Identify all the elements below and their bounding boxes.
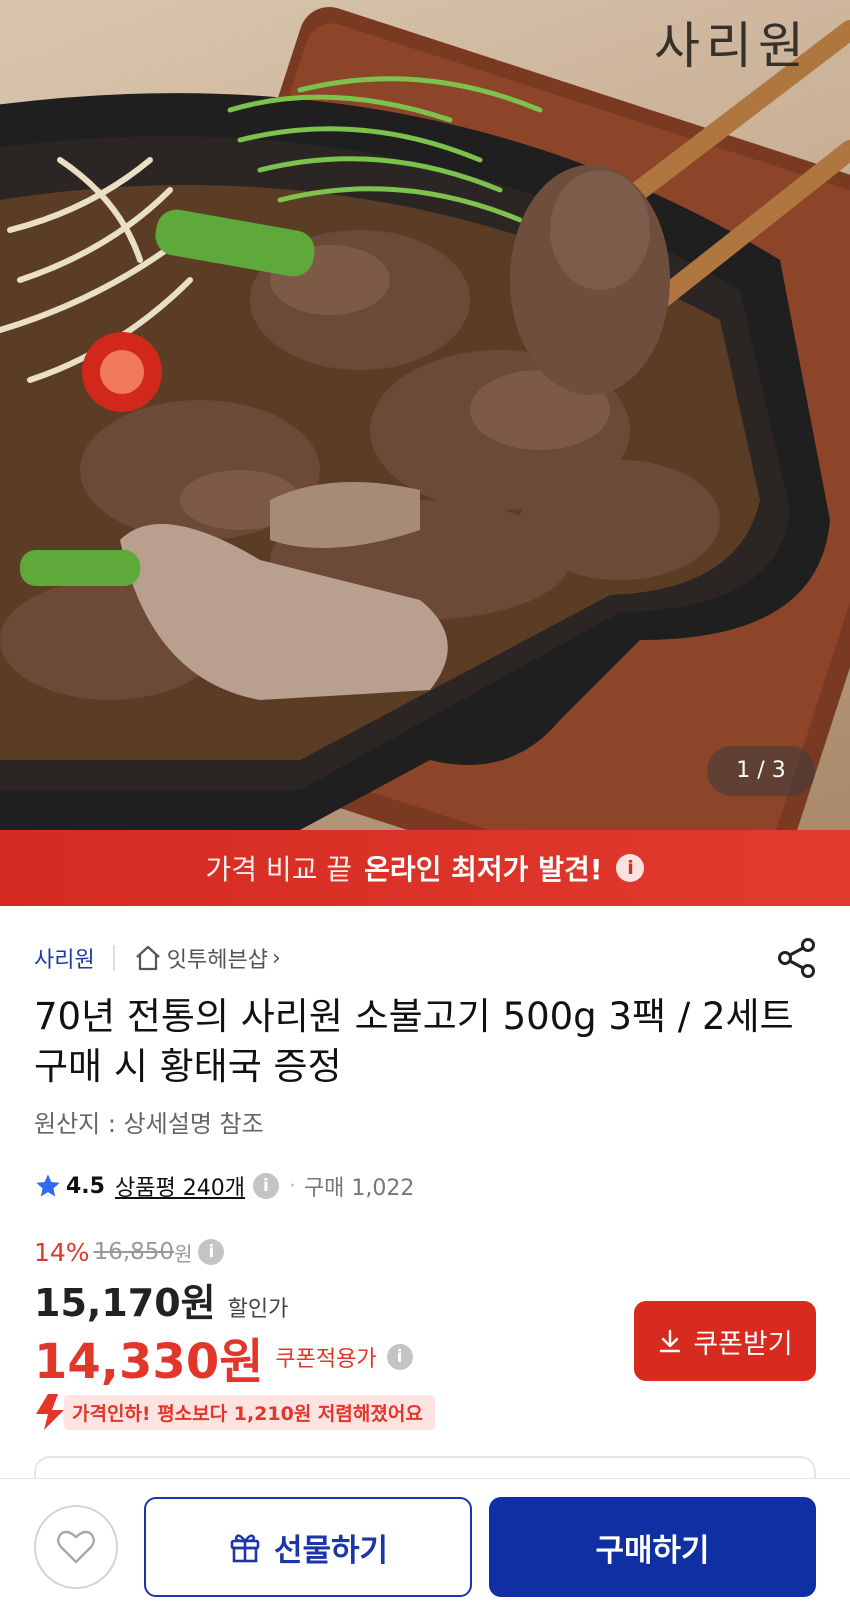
coupon-price: 14,330원 [34, 1334, 264, 1390]
share-icon[interactable] [776, 936, 820, 980]
coupon-info-icon[interactable]: i [386, 1344, 413, 1370]
promo-info-icon[interactable]: i [616, 854, 645, 882]
product-image[interactable]: 사리원 1 / 3 [0, 0, 850, 830]
buy-button[interactable]: 구매하기 [489, 1497, 816, 1597]
store-row: 사리원 잇투헤븐샵 › [34, 938, 281, 978]
gift-label: 선물하기 [273, 1532, 389, 1569]
discount-rate: 14% [34, 1237, 90, 1267]
seller-link[interactable]: 사리원 [34, 942, 95, 974]
sale-price-label: 할인가 [227, 1297, 289, 1322]
sale-price: 15,170원 [34, 1281, 216, 1325]
gift-icon [230, 1534, 260, 1563]
discount-row: 14% 16,850 원 i [34, 1236, 225, 1268]
sale-price-row: 15,170원 할인가 [34, 1272, 288, 1327]
star-icon [36, 1174, 60, 1197]
home-icon [135, 945, 160, 971]
price-info-icon[interactable]: i [198, 1239, 225, 1265]
price-drop-text: 가격인하! 평소보다 1,210원 저렴해졌어요 [64, 1394, 435, 1430]
lowest-price-banner[interactable]: 가격 비교 끝 온라인 최저가 발견! i [0, 830, 850, 906]
price-down-arrow-icon [36, 1394, 64, 1430]
coupon-price-row: 14,330원 쿠폰적용가 i [34, 1322, 413, 1392]
heart-icon [57, 1530, 95, 1564]
rating-score: 4.5 [66, 1173, 105, 1199]
get-coupon-button[interactable]: 쿠폰받기 [634, 1301, 816, 1381]
image-counter: 1 / 3 [707, 746, 815, 796]
reviews-link[interactable]: 상품평 240개 [115, 1170, 245, 1202]
origin-info: 원산지 : 상세설명 참조 [34, 1110, 264, 1138]
buy-label: 구매하기 [595, 1532, 710, 1569]
bulgogi-photo [0, 7, 850, 830]
gift-button[interactable]: 선물하기 [144, 1497, 472, 1597]
coupon-price-label: 쿠폰적용가 [275, 1347, 377, 1372]
download-icon [660, 1329, 681, 1353]
reviews-info-icon[interactable]: i [252, 1173, 279, 1199]
brand-watermark-logo: 사리원 [654, 17, 810, 75]
bottom-action-bar: 선물하기 구매하기 [0, 1478, 850, 1614]
shop-link[interactable]: 잇투헤븐샵 [167, 942, 268, 974]
product-title: 70년 전통의 사리원 소불고기 500g 3팩 / 2세트 구매 시 황태국 … [34, 995, 794, 1088]
rating-row: 4.5 상품평 240개 i · 구매 1,022 [34, 1168, 414, 1204]
promo-text-bold: 온라인 최저가 발견! [364, 853, 603, 886]
purchase-count: 구매 1,022 [303, 1176, 415, 1201]
promo-text-light: 가격 비교 끝 [205, 853, 353, 886]
get-coupon-label: 쿠폰받기 [693, 1328, 793, 1360]
wishlist-button[interactable] [34, 1505, 118, 1589]
original-price-unit: 원 [174, 1241, 193, 1266]
original-price: 16,850 [93, 1239, 175, 1265]
price-drop-badge: 가격인하! 평소보다 1,210원 저렴해졌어요 [34, 1394, 435, 1430]
separator-dot: · [288, 1173, 296, 1199]
chevron-right-icon: › [271, 945, 281, 971]
divider [112, 945, 115, 971]
